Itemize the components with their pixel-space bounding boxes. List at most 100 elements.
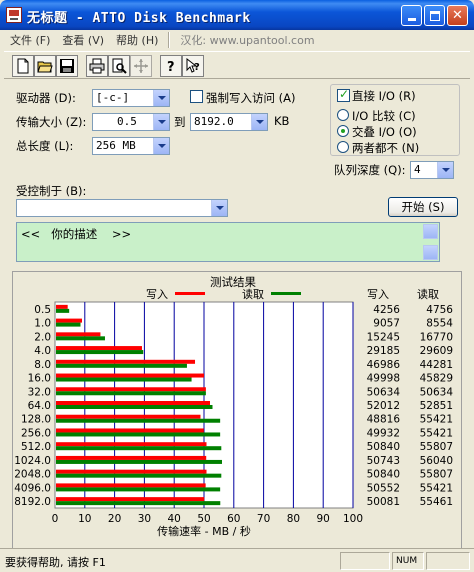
x-tick-label: 40 [168, 513, 181, 525]
x-tick-label: 80 [287, 513, 300, 525]
bar-read [56, 446, 222, 451]
status-pane-caps [340, 552, 390, 570]
scroll-up-icon[interactable] [423, 224, 438, 239]
drive-label: 驱动器 (D): [16, 91, 76, 105]
chevron-down-icon[interactable] [437, 162, 453, 178]
transfer-size-label: 传输大小 (Z): [16, 115, 87, 129]
read-value: 4756 [426, 304, 453, 316]
write-value: 48816 [367, 414, 401, 426]
move-icon[interactable] [130, 55, 152, 77]
bar-read [56, 350, 144, 355]
bar-write [56, 332, 101, 337]
x-tick-label: 30 [138, 513, 151, 525]
menu-file[interactable]: 文件 (F) [4, 32, 56, 48]
queue-depth-select[interactable]: 4 [410, 161, 454, 179]
read-value: 55807 [420, 469, 453, 481]
new-file-icon[interactable] [12, 55, 34, 77]
transfer-from-value: 0.5 [117, 115, 137, 128]
controlled-by-select[interactable] [16, 199, 228, 217]
close-icon: ✕ [452, 8, 463, 23]
overlapped-io-label: 交叠 I/O (O) [352, 125, 417, 139]
menu-separator [168, 32, 171, 48]
write-value: 29185 [367, 345, 400, 357]
transfer-size-tick: 8.0 [34, 359, 51, 371]
read-value: 29609 [420, 345, 453, 357]
main-panel: 驱动器 (D): [-c-] 强制写入访问 (A) 直接 I/O (R) I/O… [4, 82, 470, 563]
chevron-down-icon[interactable] [153, 90, 169, 106]
scroll-down-icon[interactable] [423, 245, 438, 260]
write-value: 50552 [367, 482, 400, 494]
force-write-checkbox[interactable] [190, 90, 203, 103]
read-value: 55421 [420, 414, 453, 426]
write-value: 50743 [367, 455, 400, 467]
drive-select[interactable]: [-c-] [92, 89, 170, 107]
write-value: 50634 [367, 386, 401, 398]
chevron-down-icon[interactable] [211, 200, 227, 216]
bar-read [56, 391, 206, 396]
maximize-button[interactable] [424, 5, 445, 26]
menu-help[interactable]: 帮助 (H) [110, 32, 164, 48]
read-value: 50634 [420, 386, 454, 398]
write-value: 50840 [367, 469, 400, 481]
write-value: 50081 [367, 496, 400, 508]
window-title: 无标题 - ATTO Disk Benchmark [27, 11, 251, 26]
close-button[interactable]: ✕ [447, 5, 468, 26]
transfer-to-select[interactable]: 8192.0 [190, 113, 268, 131]
io-compare-radio[interactable] [337, 109, 349, 121]
transfer-size-tick: 8192.0 [14, 496, 51, 508]
bar-read [56, 322, 81, 327]
start-button[interactable]: 开始 (S) [388, 197, 458, 217]
total-length-select[interactable]: 256 MB [92, 137, 170, 155]
legend-read-swatch [271, 292, 301, 295]
description-text: << 你的描述 >> [21, 227, 132, 241]
chevron-down-icon[interactable] [153, 138, 169, 154]
transfer-size-tick: 256.0 [21, 427, 51, 439]
open-folder-icon[interactable] [34, 55, 56, 77]
menu-localization-credit: 汉化: www.upantool.com [180, 34, 315, 47]
minimize-icon [407, 18, 416, 21]
bar-read [56, 501, 221, 506]
transfer-from-select[interactable]: 0.5 [92, 113, 170, 131]
transfer-size-tick: 16.0 [28, 373, 51, 385]
print-icon[interactable] [86, 55, 108, 77]
print-preview-icon[interactable] [108, 55, 130, 77]
menu-view[interactable]: 查看 (V) [56, 32, 110, 48]
status-text: 要获得帮助, 请按 F1 [5, 556, 106, 569]
read-value: 55461 [420, 496, 453, 508]
description-field[interactable]: << 你的描述 >> [16, 222, 440, 262]
read-value: 52851 [420, 400, 453, 412]
neither-radio[interactable] [337, 141, 349, 153]
bar-read [56, 336, 105, 341]
chevron-down-icon[interactable] [153, 114, 169, 130]
write-value: 49932 [367, 427, 400, 439]
x-tick-label: 10 [78, 513, 91, 525]
legend-write-swatch [175, 292, 205, 295]
context-help-icon[interactable]: ? [182, 55, 204, 77]
direct-io-label: 直接 I/O (R) [352, 89, 416, 103]
bar-write [56, 469, 207, 474]
bar-read [56, 405, 213, 409]
save-icon[interactable] [56, 55, 78, 77]
bar-write [56, 497, 205, 502]
app-icon[interactable] [6, 7, 22, 23]
bar-read [56, 459, 222, 464]
read-value: 44281 [420, 359, 453, 371]
x-tick-label: 70 [257, 513, 270, 525]
total-length-value: 256 MB [96, 139, 136, 152]
help-icon[interactable]: ? [160, 55, 182, 77]
transfer-size-tick: 0.5 [34, 304, 51, 316]
transfer-size-tick: 64.0 [28, 400, 51, 412]
minimize-button[interactable] [401, 5, 422, 26]
overlapped-io-radio[interactable] [337, 125, 349, 137]
write-value: 4256 [373, 304, 400, 316]
x-tick-label: 0 [52, 513, 59, 525]
chevron-down-icon[interactable] [251, 114, 267, 130]
direct-io-checkbox[interactable] [337, 87, 350, 102]
title-bar[interactable]: 无标题 - ATTO Disk Benchmark ✕ [0, 0, 474, 30]
read-value: 55421 [420, 427, 453, 439]
maximize-icon [429, 10, 440, 21]
bar-write [56, 483, 206, 488]
menu-bar: 文件 (F) 查看 (V) 帮助 (H) 汉化: www.upantool.co… [4, 30, 470, 50]
bar-write [56, 304, 68, 309]
bar-write [56, 346, 142, 351]
